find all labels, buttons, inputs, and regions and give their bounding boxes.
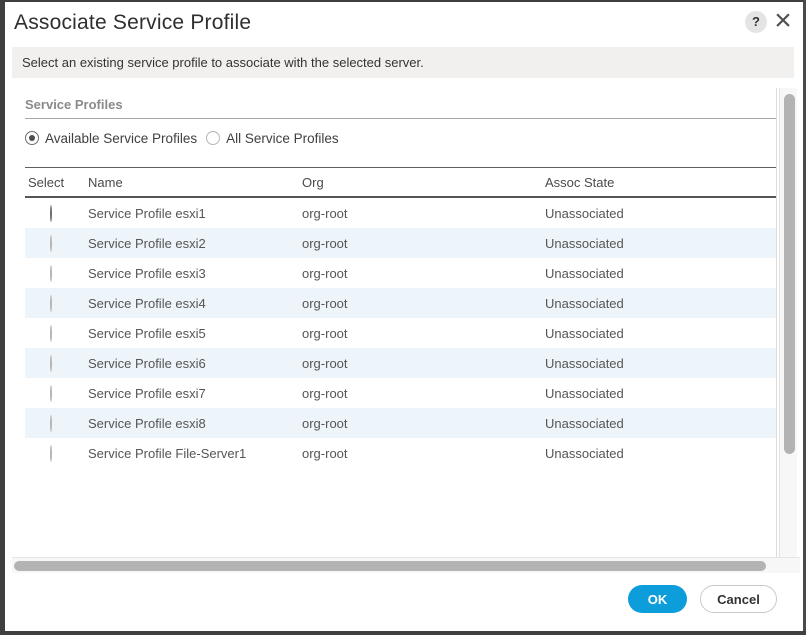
service-profiles-groupbox: Service Profiles Available Service Profi… (12, 88, 800, 573)
org-cell: org-root (302, 446, 545, 461)
filter-label: Available Service Profiles (45, 131, 197, 146)
help-icon[interactable]: ? (745, 11, 767, 33)
profile-filter-radios: Available Service Profiles All Service P… (25, 127, 339, 149)
dialog-footer: OK Cancel (12, 574, 800, 631)
select-cell (25, 356, 88, 371)
table-row[interactable]: Service Profile esxi3 org-root Unassocia… (25, 258, 776, 288)
table-row[interactable]: Service Profile esxi4 org-root Unassocia… (25, 288, 776, 318)
table-row[interactable]: Service Profile esxi7 org-root Unassocia… (25, 378, 776, 408)
select-cell (25, 266, 88, 281)
row-radio-button[interactable] (50, 235, 52, 252)
table-row[interactable]: Service Profile esxi5 org-root Unassocia… (25, 318, 776, 348)
table-body: Service Profile esxi1 org-root Unassocia… (25, 198, 776, 468)
vertical-scrollbar-track[interactable] (779, 88, 797, 557)
instruction-banner: Select an existing service profile to as… (12, 47, 794, 78)
horizontal-scrollbar-track[interactable] (12, 557, 800, 573)
org-cell: org-root (302, 236, 545, 251)
assoc-state-cell: Unassociated (545, 266, 776, 281)
select-cell (25, 446, 88, 461)
org-cell: org-root (302, 416, 545, 431)
row-radio-button[interactable] (50, 415, 52, 432)
name-cell: Service Profile esxi1 (88, 206, 302, 221)
select-cell (25, 206, 88, 221)
name-cell: Service Profile esxi3 (88, 266, 302, 281)
vertical-scrollbar-thumb[interactable] (784, 94, 795, 454)
select-cell (25, 416, 88, 431)
dialog-border-top (0, 0, 806, 2)
assoc-state-cell: Unassociated (545, 446, 776, 461)
ok-button[interactable]: OK (628, 585, 687, 613)
table-row[interactable]: Service Profile esxi1 org-root Unassocia… (25, 198, 776, 228)
select-cell (25, 296, 88, 311)
table-row[interactable]: Service Profile esxi8 org-root Unassocia… (25, 408, 776, 438)
assoc-state-cell: Unassociated (545, 206, 776, 221)
select-cell (25, 236, 88, 251)
filter-available-service-profiles[interactable]: Available Service Profiles (25, 131, 197, 146)
row-radio-button[interactable] (50, 295, 52, 312)
service-profiles-table: Select Name Org Assoc State Service Prof… (25, 168, 776, 468)
org-cell: org-root (302, 206, 545, 221)
table-header-row: Select Name Org Assoc State (25, 168, 776, 198)
name-cell: Service Profile esxi4 (88, 296, 302, 311)
radio-available-icon[interactable] (25, 131, 39, 145)
filter-label: All Service Profiles (226, 131, 339, 146)
name-cell: Service Profile File-Server1 (88, 446, 302, 461)
dialog-title: Associate Service Profile (14, 9, 251, 37)
org-cell: org-root (302, 386, 545, 401)
assoc-state-cell: Unassociated (545, 356, 776, 371)
row-radio-button[interactable] (50, 355, 52, 372)
name-cell: Service Profile esxi8 (88, 416, 302, 431)
assoc-state-cell: Unassociated (545, 236, 776, 251)
name-cell: Service Profile esxi2 (88, 236, 302, 251)
org-cell: org-root (302, 356, 545, 371)
filter-all-service-profiles[interactable]: All Service Profiles (206, 131, 339, 146)
table-row[interactable]: Service Profile File-Server1 org-root Un… (25, 438, 776, 468)
table-row[interactable]: Service Profile esxi6 org-root Unassocia… (25, 348, 776, 378)
row-radio-button[interactable] (50, 325, 52, 342)
col-header-select: Select (25, 175, 88, 190)
select-cell (25, 326, 88, 341)
cancel-button[interactable]: Cancel (700, 585, 777, 613)
row-radio-button[interactable] (50, 445, 52, 462)
org-cell: org-root (302, 326, 545, 341)
row-radio-button[interactable] (50, 205, 52, 222)
org-cell: org-root (302, 266, 545, 281)
radio-all-icon[interactable] (206, 131, 220, 145)
row-radio-button[interactable] (50, 265, 52, 282)
assoc-state-cell: Unassociated (545, 326, 776, 341)
select-cell (25, 386, 88, 401)
col-header-name: Name (88, 175, 302, 190)
table-row[interactable]: Service Profile esxi2 org-root Unassocia… (25, 228, 776, 258)
instruction-text: Select an existing service profile to as… (12, 47, 794, 78)
row-radio-button[interactable] (50, 385, 52, 402)
dialog-border-bottom (0, 631, 806, 635)
dialog-border-left (0, 0, 5, 635)
close-icon[interactable]: × (770, 1, 796, 41)
col-header-org: Org (302, 175, 545, 190)
col-header-assoc-state: Assoc State (545, 175, 776, 190)
name-cell: Service Profile esxi5 (88, 326, 302, 341)
assoc-state-cell: Unassociated (545, 416, 776, 431)
horizontal-scrollbar-thumb[interactable] (14, 561, 766, 571)
name-cell: Service Profile esxi7 (88, 386, 302, 401)
assoc-state-cell: Unassociated (545, 296, 776, 311)
org-cell: org-root (302, 296, 545, 311)
section-divider (25, 118, 776, 119)
table-panel-edge (776, 88, 777, 557)
section-title: Service Profiles (25, 97, 123, 112)
name-cell: Service Profile esxi6 (88, 356, 302, 371)
assoc-state-cell: Unassociated (545, 386, 776, 401)
